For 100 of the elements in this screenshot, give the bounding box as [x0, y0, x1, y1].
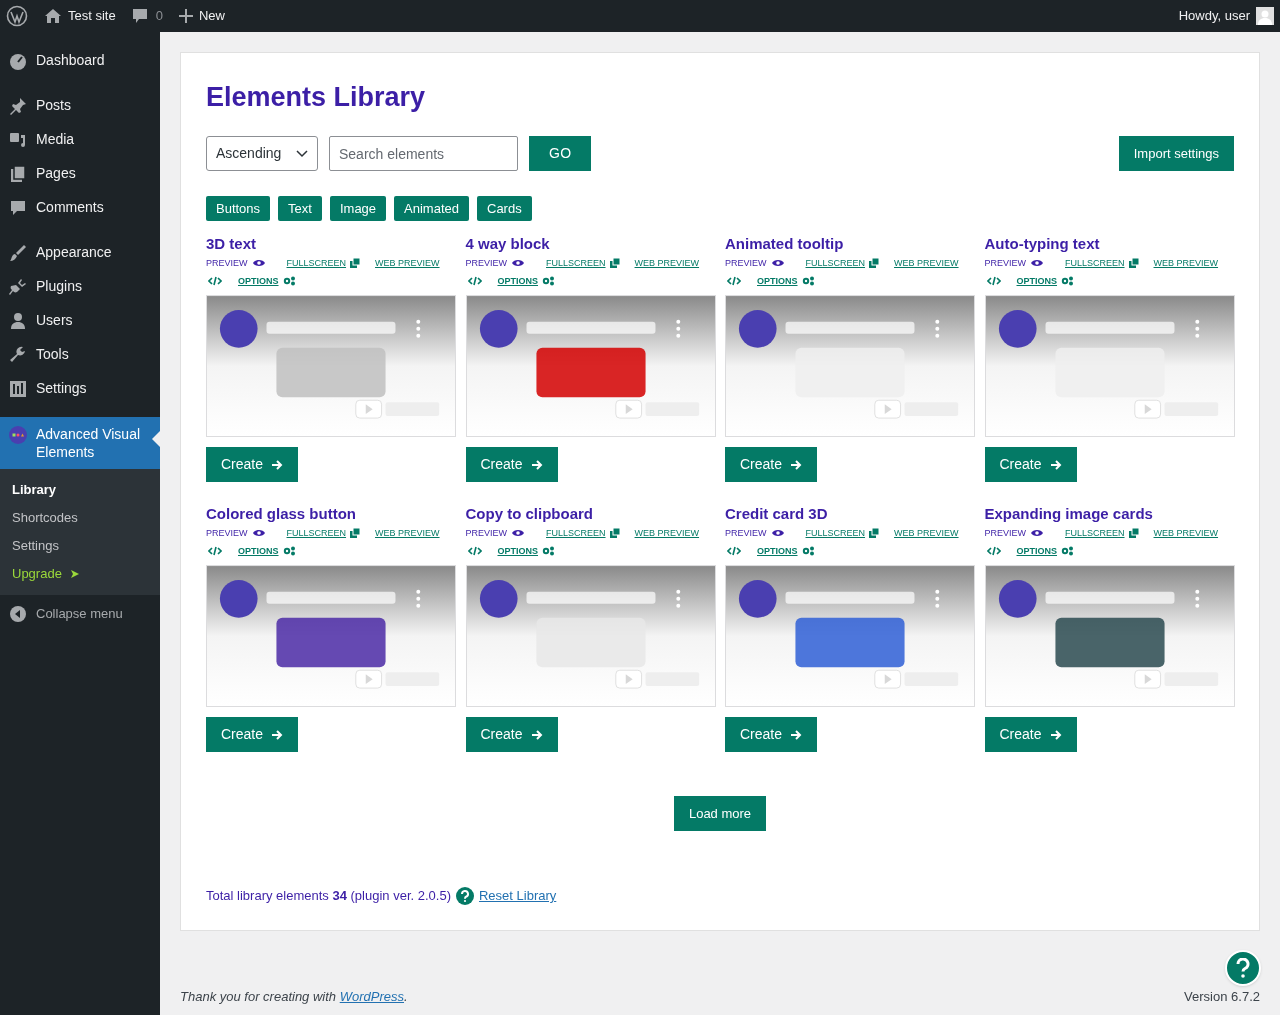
help-button[interactable] [1225, 950, 1261, 986]
plus-icon [178, 9, 193, 23]
options-link[interactable]: OPTIONS [497, 272, 555, 290]
preview-link[interactable]: PREVIEW [725, 524, 784, 542]
create-button[interactable]: Create [725, 447, 818, 482]
options-link[interactable]: OPTIONS [238, 542, 296, 560]
fullscreen-link[interactable]: FULLSCREEN [805, 254, 881, 272]
create-button[interactable]: Create [725, 717, 818, 752]
menu-item[interactable]: Posts [0, 89, 160, 123]
element-title[interactable]: Expanding image cards [984, 504, 1234, 524]
web-preview-link[interactable]: WEB PREVIEW [634, 524, 700, 542]
load-more-button[interactable]: Load more [673, 796, 767, 831]
go-button[interactable]: GO [529, 136, 592, 171]
code-icon [467, 546, 482, 556]
submenu-item[interactable]: Library [0, 476, 160, 504]
create-button[interactable]: Create [465, 717, 558, 752]
gears-icon [542, 546, 555, 556]
web-preview-link[interactable]: WEB PREVIEW [1153, 524, 1219, 542]
web-preview-link[interactable]: WEB PREVIEW [894, 524, 959, 542]
menu-item[interactable]: Advanced Visual Elements [0, 417, 160, 469]
preview-link[interactable]: PREVIEW [206, 254, 265, 272]
copy-icon [869, 528, 881, 538]
fullscreen-link[interactable]: FULLSCREEN [546, 254, 621, 272]
element-title[interactable]: 3D text [206, 234, 456, 254]
menu-item[interactable]: Comments [0, 191, 160, 225]
footer-text: Thank you for creating with WordPress. [180, 988, 408, 1006]
wordpress-link[interactable]: WordPress [339, 989, 404, 1004]
element-title[interactable]: Credit card 3D [725, 504, 975, 524]
options-link[interactable]: OPTIONS [757, 272, 815, 290]
filter-button[interactable]: Image [329, 196, 387, 221]
search-field[interactable]: Search elements [329, 136, 518, 171]
fullscreen-link[interactable]: FULLSCREEN [1065, 254, 1140, 272]
code-icon [727, 276, 741, 286]
menu-item[interactable]: Tools [0, 338, 160, 372]
options-link[interactable]: OPTIONS [1016, 542, 1074, 560]
preview-link[interactable]: PREVIEW [984, 524, 1043, 542]
arrow-right-icon [1049, 728, 1062, 741]
submenu-item[interactable]: Settings [0, 532, 160, 560]
create-button[interactable]: Create [984, 447, 1077, 482]
web-preview-link[interactable]: WEB PREVIEW [375, 524, 440, 542]
site-link[interactable]: Test site [44, 6, 116, 26]
options-link[interactable]: OPTIONS [497, 542, 555, 560]
create-button[interactable]: Create [206, 717, 299, 752]
page-title: Elements Library [206, 81, 427, 113]
preview-link[interactable]: PREVIEW [465, 254, 524, 272]
collapse-menu-button[interactable]: Collapse menu [0, 596, 160, 632]
menu-item[interactable]: Dashboard [0, 44, 160, 78]
element-title[interactable]: Auto-typing text [984, 234, 1234, 254]
create-button[interactable]: Create [984, 717, 1077, 752]
preview-link[interactable]: PREVIEW [465, 524, 524, 542]
wordpress-logo-icon[interactable] [6, 5, 28, 27]
fullscreen-link[interactable]: FULLSCREEN [805, 524, 881, 542]
comments-link[interactable]: 0 [131, 6, 163, 26]
fullscreen-link[interactable]: FULLSCREEN [1065, 524, 1140, 542]
web-preview-link[interactable]: WEB PREVIEW [375, 254, 440, 272]
new-link[interactable]: New [178, 6, 225, 26]
options-link[interactable]: OPTIONS [238, 272, 296, 290]
options-link[interactable]: OPTIONS [757, 542, 815, 560]
element-title[interactable]: 4 way block [465, 234, 715, 254]
element-title[interactable]: Animated tooltip [725, 234, 975, 254]
collapse-icon [10, 605, 26, 622]
preview-link[interactable]: PREVIEW [725, 254, 784, 272]
options-link[interactable]: OPTIONS [1016, 272, 1074, 290]
preview-link[interactable]: PREVIEW [206, 524, 265, 542]
web-preview-link[interactable]: WEB PREVIEW [894, 254, 959, 272]
reset-library-link[interactable]: Reset Library [479, 886, 557, 906]
copy-icon [869, 258, 881, 268]
fullscreen-link[interactable]: FULLSCREEN [546, 524, 621, 542]
menu-item[interactable]: Pages [0, 157, 160, 191]
element-title[interactable]: Colored glass button [206, 504, 456, 524]
account-link[interactable]: Howdy, user [1178, 6, 1274, 26]
help-icon[interactable] [456, 886, 474, 905]
create-button[interactable]: Create [206, 447, 299, 482]
menu-item[interactable]: Settings [0, 372, 160, 406]
code-icon [208, 546, 222, 556]
comment-icon [131, 8, 148, 24]
menu-item[interactable]: Plugins [0, 270, 160, 304]
menu-item[interactable]: Users [0, 304, 160, 338]
arrow-right-icon [271, 728, 284, 741]
fullscreen-link[interactable]: FULLSCREEN [286, 524, 362, 542]
version-text: Version 6.7.2 [1184, 988, 1260, 1006]
menu-item[interactable]: Appearance [0, 236, 160, 270]
web-preview-link[interactable]: WEB PREVIEW [634, 254, 700, 272]
import-settings-button[interactable]: Import settings [1118, 136, 1234, 171]
filter-button[interactable]: Text [278, 196, 322, 221]
filter-button[interactable]: Animated [394, 196, 469, 221]
preview-link[interactable]: PREVIEW [984, 254, 1043, 272]
filter-button[interactable]: Buttons [206, 196, 271, 221]
web-preview-link[interactable]: WEB PREVIEW [1153, 254, 1219, 272]
plugin-logo-icon [8, 425, 28, 445]
submenu-item[interactable]: Shortcodes [0, 504, 160, 532]
filter-button[interactable]: Cards [477, 196, 532, 221]
create-button[interactable]: Create [465, 447, 558, 482]
submenu-item[interactable]: Upgrade [0, 560, 160, 588]
menu-item[interactable]: Media [0, 123, 160, 157]
sort-select[interactable]: Ascending [206, 136, 318, 171]
arrow-icon [69, 569, 80, 579]
fullscreen-link[interactable]: FULLSCREEN [286, 254, 362, 272]
eye-icon [771, 529, 784, 537]
element-title[interactable]: Copy to clipboard [465, 504, 715, 524]
